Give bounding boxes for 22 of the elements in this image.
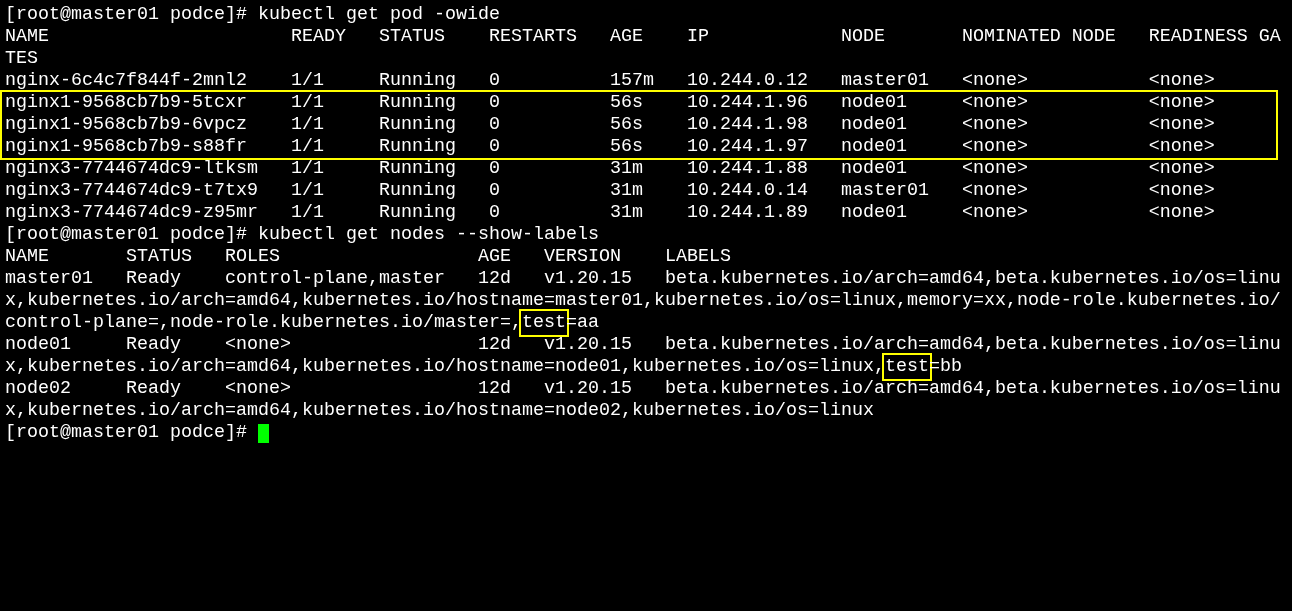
terminal-line: x,kubernetes.io/arch=amd64,kubernetes.io/hostname=master01,kubernetes.io/os=linux,memory=xx,node-role.kubernetes.io/ [5, 290, 1282, 312]
terminal-line: x,kubernetes.io/arch=amd64,kubernetes.io/hostname=node02,kubernetes.io/os=linux [5, 400, 875, 422]
terminal-text: x,kubernetes.io/arch=amd64,kubernetes.io/hostname=node01,kubernetes.io/os=linux, [5, 356, 885, 378]
terminal-prompt: [root@master01 podce]# [5, 422, 248, 444]
terminal-line: nginx3-7744674dc9-ltksm 1/1 Running 0 31m 10.244.1.88 node01 <none> <none> [5, 158, 1216, 180]
terminal-line: [root@master01 podce]# kubectl get nodes --show-labels [5, 224, 600, 246]
terminal-line: node01 Ready <none> 12d v1.20.15 beta.kubernetes.io/arch=amd64,beta.kubernetes.io/os=linu [5, 334, 1282, 356]
terminal-line: master01 Ready control-plane,master 12d v1.20.15 beta.kubernetes.io/arch=amd64,beta.kubernetes.io/os=linu [5, 268, 1282, 290]
terminal-text: control-plane=,node-role.kubernetes.io/master=, [5, 312, 522, 334]
highlighted-text: test [884, 356, 929, 378]
terminal-line: nginx3-7744674dc9-t7tx9 1/1 Running 0 31m 10.244.0.14 master01 <none> <none> [5, 180, 1216, 202]
terminal-line: nginx-6c4c7f844f-2mnl2 1/1 Running 0 157m 10.244.0.12 master01 <none> <none> [5, 70, 1216, 92]
terminal-line: nginx3-7744674dc9-z95mr 1/1 Running 0 31m 10.244.1.89 node01 <none> <none> [5, 202, 1216, 224]
terminal-line: nginx1-9568cb7b9-6vpcz 1/1 Running 0 56s 10.244.1.98 node01 <none> <none> [5, 114, 1216, 136]
terminal-line: nginx1-9568cb7b9-s88fr 1/1 Running 0 56s 10.244.1.97 node01 <none> <none> [5, 136, 1216, 158]
terminal-line: node02 Ready <none> 12d v1.20.15 beta.kubernetes.io/arch=amd64,beta.kubernetes.io/os=linu [5, 378, 1282, 400]
highlighted-text: test [521, 312, 566, 334]
terminal-line: [root@master01 podce]# kubectl get pod -owide [5, 4, 501, 26]
terminal-line: NAME READY STATUS RESTARTS AGE IP NODE NOMINATED NODE READINESS GA [5, 26, 1282, 48]
terminal-line: NAME STATUS ROLES AGE VERSION LABELS [5, 246, 732, 268]
terminal-line: nginx1-9568cb7b9-5tcxr 1/1 Running 0 56s 10.244.1.96 node01 <none> <none> [5, 92, 1216, 114]
terminal-line: TES [5, 48, 39, 70]
